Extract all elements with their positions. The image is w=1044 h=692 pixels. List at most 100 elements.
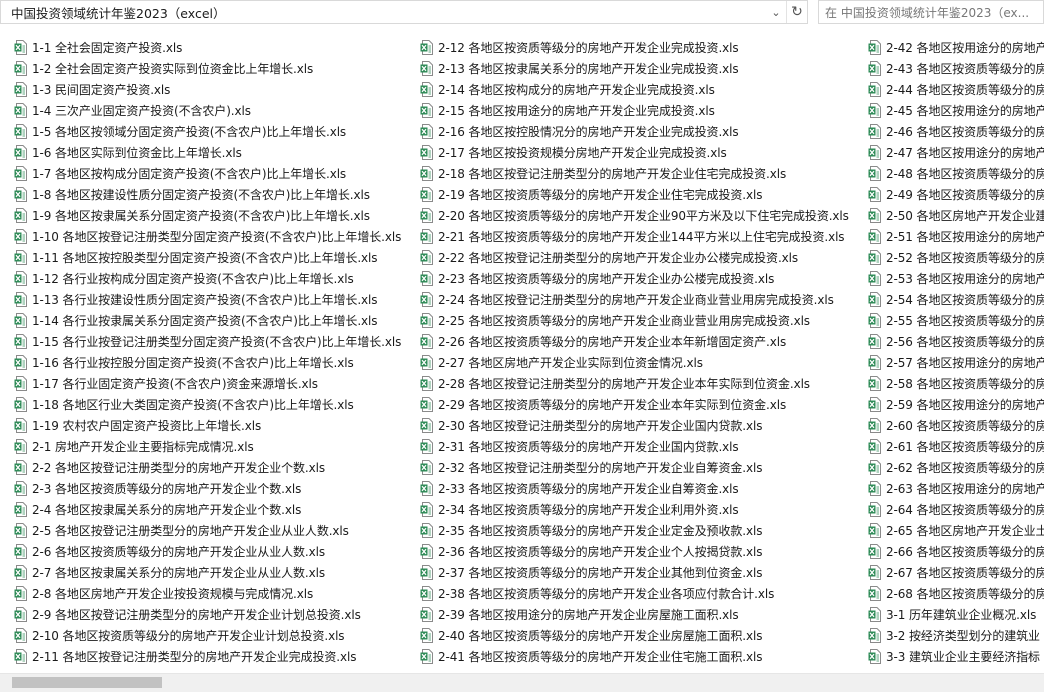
file-item[interactable]: 1-11 各地区按控股类型分固定资产投资(不含农户)比上年增长.xls	[14, 247, 378, 268]
file-item[interactable]: 2-29 各地区按资质等级分的房地产开发企业本年实际到位资金.xls	[420, 394, 786, 415]
file-item[interactable]: 1-4 三次产业固定资产投资(不含农户).xls	[14, 100, 251, 121]
refresh-icon[interactable]: ↻	[786, 1, 807, 23]
file-item[interactable]: 2-38 各地区按资质等级分的房地产开发企业各项应付款合计.xls	[420, 583, 774, 604]
file-item[interactable]: 2-24 各地区按登记注册类型分的房地产开发企业商业营业用房完成投资.xls	[420, 289, 834, 310]
file-item[interactable]: 2-51 各地区按用途分的房地产	[868, 226, 1044, 247]
file-item[interactable]: 1-16 各行业按控股分固定资产投资(不含农户)比上年增长.xls	[14, 352, 354, 373]
file-item[interactable]: 1-13 各行业按建设性质分固定资产投资(不含农户)比上年增长.xls	[14, 289, 378, 310]
file-item[interactable]: 2-65 各地区房地产开发企业土	[868, 520, 1044, 541]
file-item[interactable]: 2-53 各地区按用途分的房地产	[868, 268, 1044, 289]
search-input[interactable]: 在 中国投资领域统计年鉴2023（ex...	[819, 4, 1029, 21]
file-item[interactable]: 1-15 各行业按登记注册类型分固定资产投资(不含农户)比上年增长.xls	[14, 331, 401, 352]
file-item[interactable]: 2-48 各地区按资质等级分的房	[868, 163, 1044, 184]
file-item[interactable]: 2-66 各地区按资质等级分的房	[868, 541, 1044, 562]
file-item[interactable]: 2-35 各地区按资质等级分的房地产开发企业定金及预收款.xls	[420, 520, 762, 541]
file-item[interactable]: 2-30 各地区按登记注册类型分的房地产开发企业国内贷款.xls	[420, 415, 762, 436]
file-item[interactable]: 2-41 各地区按资质等级分的房地产开发企业住宅施工面积.xls	[420, 646, 762, 667]
file-item[interactable]: 1-2 全社会固定资产投资实际到位资金比上年增长.xls	[14, 58, 313, 79]
chevron-down-icon[interactable]: ⌄	[766, 1, 786, 23]
file-item[interactable]: 1-10 各地区按登记注册类型分固定资产投资(不含农户)比上年增长.xls	[14, 226, 401, 247]
file-item[interactable]: 2-10 各地区按资质等级分的房地产开发企业计划总投资.xls	[14, 625, 345, 646]
file-item[interactable]: 2-63 各地区按用途分的房地产	[868, 478, 1044, 499]
file-item[interactable]: 2-64 各地区按资质等级分的房	[868, 499, 1044, 520]
file-item[interactable]: 2-55 各地区按资质等级分的房	[868, 310, 1044, 331]
file-item[interactable]: 1-7 各地区按构成分固定资产投资(不含农户)比上年增长.xls	[14, 163, 346, 184]
file-item[interactable]: 2-60 各地区按资质等级分的房	[868, 415, 1044, 436]
excel-file-icon	[14, 397, 27, 412]
file-item[interactable]: 2-1 房地产开发企业主要指标完成情况.xls	[14, 436, 254, 457]
file-item[interactable]: 2-15 各地区按用途分的房地产开发企业完成投资.xls	[420, 100, 715, 121]
file-item[interactable]: 2-6 各地区按资质等级分的房地产开发企业从业人数.xls	[14, 541, 325, 562]
file-item[interactable]: 2-17 各地区按投资规模分房地产开发企业完成投资.xls	[420, 142, 727, 163]
file-item[interactable]: 2-67 各地区按资质等级分的房	[868, 562, 1044, 583]
file-item[interactable]: 1-9 各地区按隶属关系分固定资产投资(不含农户)比上年增长.xls	[14, 205, 370, 226]
file-item[interactable]: 2-26 各地区按资质等级分的房地产开发企业本年新增固定资产.xls	[420, 331, 786, 352]
address-path[interactable]: 中国投资领域统计年鉴2023（excel）	[1, 3, 766, 22]
file-item[interactable]: 3-1 历年建筑业企业概况.xls	[868, 604, 1036, 625]
file-item[interactable]: 2-9 各地区按登记注册类型分的房地产开发企业计划总投资.xls	[14, 604, 361, 625]
file-item[interactable]: 1-17 各行业固定资产投资(不含农户)资金来源增长.xls	[14, 373, 318, 394]
file-item[interactable]: 1-1 全社会固定资产投资.xls	[14, 37, 182, 58]
file-item[interactable]: 2-47 各地区按用途分的房地产	[868, 142, 1044, 163]
file-item[interactable]: 2-18 各地区按登记注册类型分的房地产开发企业住宅完成投资.xls	[420, 163, 786, 184]
file-item[interactable]: 2-56 各地区按资质等级分的房	[868, 331, 1044, 352]
file-item[interactable]: 1-6 各地区实际到位资金比上年增长.xls	[14, 142, 242, 163]
file-item[interactable]: 3-3 建筑业企业主要经济指标	[868, 646, 1040, 667]
file-item[interactable]: 1-8 各地区按建设性质分固定资产投资(不含农户)比上年增长.xls	[14, 184, 370, 205]
file-item[interactable]: 3-2 按经济类型划分的建筑业	[868, 625, 1040, 646]
file-item[interactable]: 2-23 各地区按资质等级分的房地产开发企业办公楼完成投资.xls	[420, 268, 774, 289]
file-item[interactable]: 2-58 各地区按资质等级分的房	[868, 373, 1044, 394]
file-item[interactable]: 2-52 各地区按资质等级分的房	[868, 247, 1044, 268]
file-item[interactable]: 2-62 各地区按资质等级分的房	[868, 457, 1044, 478]
file-item[interactable]: 2-28 各地区按登记注册类型分的房地产开发企业本年实际到位资金.xls	[420, 373, 810, 394]
file-item[interactable]: 1-12 各行业按构成分固定资产投资(不含农户)比上年增长.xls	[14, 268, 354, 289]
file-item[interactable]: 2-49 各地区按资质等级分的房	[868, 184, 1044, 205]
file-item[interactable]: 1-18 各地区行业大类固定资产投资(不含农户)比上年增长.xls	[14, 394, 354, 415]
file-item[interactable]: 2-13 各地区按隶属关系分的房地产开发企业完成投资.xls	[420, 58, 739, 79]
file-item[interactable]: 2-33 各地区按资质等级分的房地产开发企业自筹资金.xls	[420, 478, 739, 499]
file-item[interactable]: 2-68 各地区按资质等级分的房	[868, 583, 1044, 604]
file-item[interactable]: 2-46 各地区按资质等级分的房	[868, 121, 1044, 142]
file-item[interactable]: 2-54 各地区按资质等级分的房	[868, 289, 1044, 310]
excel-file-icon	[14, 61, 27, 76]
file-item[interactable]: 1-5 各地区按领域分固定资产投资(不含农户)比上年增长.xls	[14, 121, 346, 142]
file-item[interactable]: 2-7 各地区按隶属关系分的房地产开发企业从业人数.xls	[14, 562, 325, 583]
file-item[interactable]: 2-34 各地区按资质等级分的房地产开发企业利用外资.xls	[420, 499, 739, 520]
file-item[interactable]: 2-45 各地区按用途分的房地产	[868, 100, 1044, 121]
horizontal-scrollbar[interactable]	[0, 673, 1044, 692]
file-item[interactable]: 2-40 各地区按资质等级分的房地产开发企业房屋施工面积.xls	[420, 625, 762, 646]
file-item[interactable]: 2-39 各地区按用途分的房地产开发企业房屋施工面积.xls	[420, 604, 739, 625]
address-bar[interactable]: 中国投资领域统计年鉴2023（excel） ⌄ ↻	[0, 0, 808, 24]
file-item[interactable]: 2-43 各地区按资质等级分的房	[868, 58, 1044, 79]
file-item[interactable]: 2-27 各地区房地产开发企业实际到位资金情况.xls	[420, 352, 703, 373]
file-item[interactable]: 2-4 各地区按隶属关系分的房地产开发企业个数.xls	[14, 499, 301, 520]
file-item[interactable]: 1-14 各行业按隶属关系分固定资产投资(不含农户)比上年增长.xls	[14, 310, 378, 331]
file-item[interactable]: 2-20 各地区按资质等级分的房地产开发企业90平方米及以下住宅完成投资.xls	[420, 205, 849, 226]
file-item[interactable]: 1-19 农村农户固定资产投资比上年增长.xls	[14, 415, 261, 436]
file-item[interactable]: 2-31 各地区按资质等级分的房地产开发企业国内贷款.xls	[420, 436, 739, 457]
file-item[interactable]: 2-32 各地区按登记注册类型分的房地产开发企业自筹资金.xls	[420, 457, 762, 478]
file-item[interactable]: 2-61 各地区按资质等级分的房	[868, 436, 1044, 457]
file-item[interactable]: 2-42 各地区按用途分的房地产	[868, 37, 1044, 58]
file-item[interactable]: 2-21 各地区按资质等级分的房地产开发企业144平方米以上住宅完成投资.xls	[420, 226, 845, 247]
file-item[interactable]: 2-12 各地区按资质等级分的房地产开发企业完成投资.xls	[420, 37, 739, 58]
file-item[interactable]: 1-3 民间固定资产投资.xls	[14, 79, 170, 100]
file-item[interactable]: 2-19 各地区按资质等级分的房地产开发企业住宅完成投资.xls	[420, 184, 762, 205]
file-item[interactable]: 2-36 各地区按资质等级分的房地产开发企业个人按揭贷款.xls	[420, 541, 762, 562]
file-item[interactable]: 2-3 各地区按资质等级分的房地产开发企业个数.xls	[14, 478, 301, 499]
search-box[interactable]: 在 中国投资领域统计年鉴2023（ex...	[818, 0, 1044, 24]
file-item[interactable]: 2-5 各地区按登记注册类型分的房地产开发企业从业人数.xls	[14, 520, 349, 541]
file-item[interactable]: 2-25 各地区按资质等级分的房地产开发企业商业营业用房完成投资.xls	[420, 310, 810, 331]
file-item[interactable]: 2-11 各地区按登记注册类型分的房地产开发企业完成投资.xls	[14, 646, 356, 667]
file-item[interactable]: 2-57 各地区按用途分的房地产	[868, 352, 1044, 373]
file-item[interactable]: 2-44 各地区按资质等级分的房	[868, 79, 1044, 100]
file-item[interactable]: 2-50 各地区房地产开发企业建	[868, 205, 1044, 226]
file-item[interactable]: 2-16 各地区按控股情况分的房地产开发企业完成投资.xls	[420, 121, 739, 142]
file-item[interactable]: 2-8 各地区房地产开发企业按投资规模与完成情况.xls	[14, 583, 313, 604]
file-item[interactable]: 2-2 各地区按登记注册类型分的房地产开发企业个数.xls	[14, 457, 325, 478]
file-item[interactable]: 2-59 各地区按用途分的房地产	[868, 394, 1044, 415]
file-item[interactable]: 2-37 各地区按资质等级分的房地产开发企业其他到位资金.xls	[420, 562, 762, 583]
file-item[interactable]: 2-14 各地区按构成分的房地产开发企业完成投资.xls	[420, 79, 715, 100]
file-item[interactable]: 2-22 各地区按登记注册类型分的房地产开发企业办公楼完成投资.xls	[420, 247, 798, 268]
scrollbar-thumb[interactable]	[12, 677, 162, 688]
